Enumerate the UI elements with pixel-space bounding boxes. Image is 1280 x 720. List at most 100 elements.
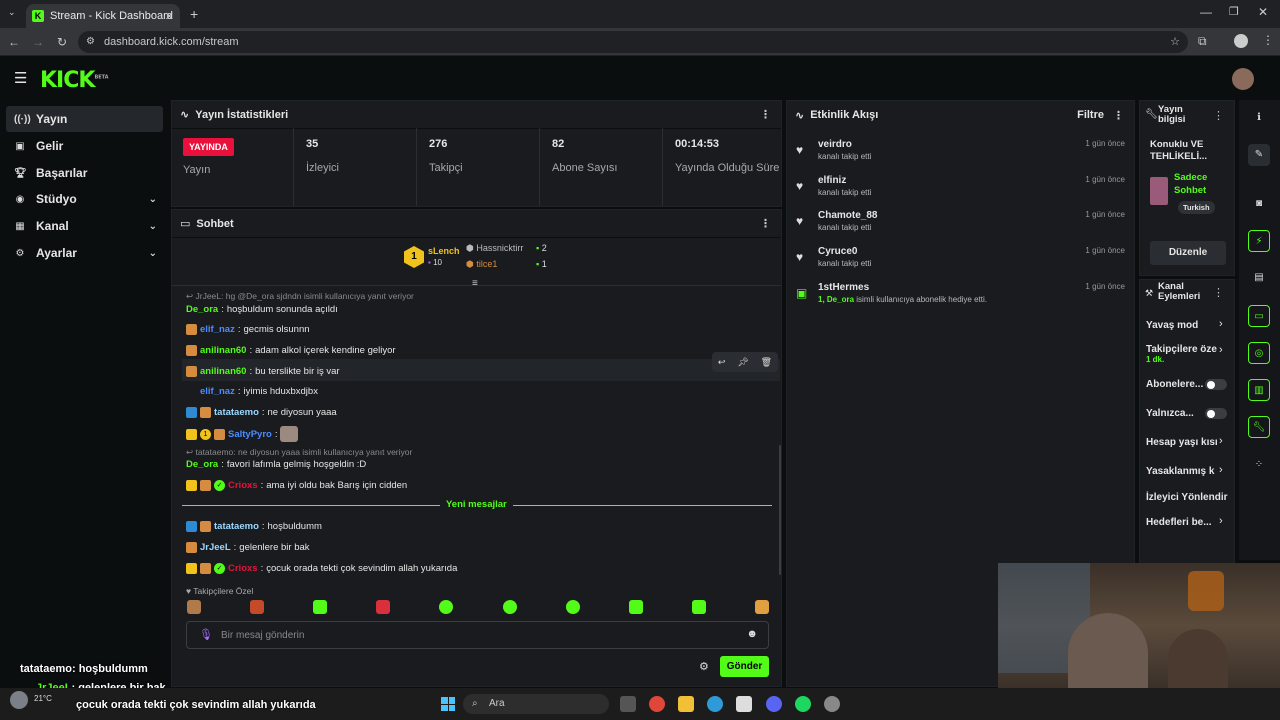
tab-list-icon[interactable]: ⌄ [8, 7, 16, 18]
account-age-action[interactable]: Hesap yaşı kısı [1146, 437, 1218, 448]
kick-logo[interactable]: KICKBETA [40, 68, 109, 93]
emote-button[interactable] [754, 600, 769, 614]
weather-icon[interactable] [10, 691, 28, 709]
sidebar-item-studyo[interactable]: ◉ Stüdyo ⌄ [6, 186, 163, 212]
profile-avatar-icon[interactable] [1234, 34, 1248, 48]
chat-message[interactable]: elif_naz: iyimis hduxbxdjbx [186, 386, 318, 397]
edge-icon[interactable] [707, 696, 723, 712]
user-avatar[interactable] [1232, 68, 1254, 90]
minimize-icon[interactable]: — [1200, 5, 1212, 19]
emote-button[interactable] [439, 600, 454, 614]
taskbar-search[interactable]: ⌕ Ara [463, 694, 609, 714]
sidebar-item-yayin[interactable]: ((·)) Yayın [6, 106, 163, 132]
chevron-right-icon[interactable]: › [1219, 515, 1223, 527]
extensions-icon[interactable]: ⧉ [1198, 34, 1207, 49]
camera-icon[interactable]: ◙ [1248, 193, 1270, 215]
forward-icon[interactable]: → [30, 34, 46, 50]
chat-message[interactable]: anilinan60: adam alkol içerek kendine ge… [186, 345, 396, 356]
broadcast-icon[interactable]: ◎ [1248, 342, 1270, 364]
leaderboard-second-user[interactable]: ⬢ Hassnicktirr [466, 243, 523, 254]
chevron-right-icon[interactable]: › [1219, 318, 1223, 330]
sidebar-item-ayarlar[interactable]: ⚙ Ayarlar ⌄ [6, 240, 163, 266]
chat-message[interactable]: 1 SaltyPyro: [186, 426, 299, 442]
microphone-icon[interactable]: 🎙︎ [199, 628, 213, 641]
more-options-icon[interactable]: ⋮ [1213, 286, 1224, 299]
chat-message[interactable]: elif_naz: gecmis olsunnn [186, 324, 310, 335]
spotify-icon[interactable] [795, 696, 811, 712]
chevron-right-icon[interactable]: › [1219, 464, 1223, 476]
subscribers-only-toggle[interactable] [1205, 379, 1227, 390]
reload-icon[interactable]: ↻ [54, 34, 70, 50]
sidebar-item-gelir[interactable]: ▣ Gelir [6, 133, 163, 159]
browser-menu-icon[interactable]: ⋮ [1262, 33, 1274, 47]
emote-button[interactable] [376, 600, 391, 614]
sidebar-item-basarilar[interactable]: 🏆︎ Başarılar [6, 160, 163, 186]
leaderboard-third-user[interactable]: ⬢ tilce1 [466, 259, 497, 270]
chat-message[interactable]: tatataemo: ne diyosun yaaa [186, 407, 337, 418]
chat-settings-gear-icon[interactable]: ⚙ [699, 660, 709, 673]
url-field[interactable]: ⚙ dashboard.kick.com/stream ☆ [78, 31, 1188, 53]
category-link[interactable]: Sadece Sohbet [1174, 171, 1230, 197]
emoji-picker-icon[interactable]: ☻ [746, 628, 758, 640]
send-button[interactable]: Gönder [720, 656, 769, 677]
collapse-leaderboard-icon[interactable]: ≡ [472, 278, 478, 289]
file-explorer-icon[interactable] [678, 696, 694, 712]
chrome-icon[interactable] [649, 696, 665, 712]
windows-start-icon[interactable] [441, 697, 455, 711]
followers-only-action[interactable]: Takipçilere öze [1146, 344, 1217, 355]
emote-button[interactable] [565, 600, 580, 614]
store-icon[interactable] [736, 696, 752, 712]
delete-icon[interactable]: 🗑︎ [761, 357, 772, 368]
banned-words-action[interactable]: Yasaklanmış k [1146, 466, 1214, 477]
slow-mode-action[interactable]: Yavaş mod [1146, 320, 1198, 331]
chat-message[interactable]: ✓ Crioxs: ama iyi oldu bak Barış için cid… [186, 480, 407, 491]
goals-action[interactable]: Hedefleri be... [1146, 517, 1212, 528]
chevron-right-icon[interactable]: › [1219, 344, 1223, 356]
chat-bubble-icon[interactable]: ▭ [1248, 305, 1270, 327]
new-tab-icon[interactable]: + [190, 6, 198, 22]
more-options-icon[interactable]: ⋮ [760, 217, 771, 230]
emote-button[interactable] [313, 600, 328, 614]
chevron-right-icon[interactable]: › [1219, 435, 1223, 447]
sidebar-item-kanal[interactable]: ▦ Kanal ⌄ [6, 213, 163, 239]
chat-message[interactable]: ✓ Crioxs: çocuk orada tekti çok sevindim … [186, 563, 457, 574]
reply-icon[interactable]: ↩ [718, 357, 726, 368]
info-icon[interactable]: ℹ [1248, 107, 1270, 129]
task-view-icon[interactable] [620, 696, 636, 712]
browser-tab[interactable]: K Stream - Kick Dashboard ✕ [26, 4, 180, 28]
emote-button[interactable] [691, 600, 706, 614]
edit-stream-info-button[interactable]: Düzenle [1150, 241, 1226, 265]
more-options-icon[interactable]: ⋮ [760, 108, 771, 121]
more-options-icon[interactable]: ⋮ [1213, 109, 1224, 122]
leaderboard-first-user[interactable]: sLench [428, 246, 460, 256]
wrench-icon[interactable]: 🔧︎ [1248, 416, 1270, 438]
chat-scrollbar[interactable] [779, 445, 781, 575]
emote-button[interactable] [187, 600, 201, 614]
lightning-icon[interactable]: ⚡︎ [1248, 230, 1270, 252]
host-viewers-action[interactable]: İzleyici Yönlendir [1146, 492, 1228, 503]
hamburger-menu-icon[interactable]: ☰ [14, 69, 27, 87]
chat-message[interactable]: anilinan60: bu terslikte bir iş var [186, 366, 340, 377]
chat-message[interactable]: De_ora: favori lafımla gelmiş hoşgeldin … [186, 459, 366, 470]
emote-button[interactable] [250, 600, 265, 614]
emote-button[interactable] [628, 600, 643, 614]
discord-icon[interactable] [766, 696, 782, 712]
pin-icon[interactable]: 📌︎ [737, 357, 748, 368]
site-info-icon[interactable]: ⚙ [86, 31, 95, 53]
chat-input[interactable]: 🎙︎ Bir mesaj gönderin ☻ [186, 621, 769, 649]
chat-message[interactable]: De_ora: hoşbuldum sonunda açıldı [186, 304, 338, 315]
filter-button[interactable]: Filtre [1077, 109, 1104, 121]
bookmark-star-icon[interactable]: ☆ [1170, 31, 1180, 53]
maximize-icon[interactable]: ❐ [1229, 5, 1239, 18]
settings-app-icon[interactable] [824, 696, 840, 712]
edit-pencil-icon[interactable]: ✎ [1248, 144, 1270, 166]
emotes-only-toggle[interactable] [1205, 408, 1227, 419]
back-icon[interactable]: ← [6, 34, 22, 50]
emote-button[interactable] [502, 600, 517, 614]
more-options-icon[interactable]: ⋮ [1113, 109, 1124, 122]
layout-icon[interactable]: ▥ [1248, 379, 1270, 401]
close-tab-icon[interactable]: ✕ [165, 10, 174, 23]
chat-message[interactable]: tatataemo: hoşbuldumm [186, 521, 322, 532]
document-icon[interactable]: ▤ [1248, 267, 1270, 289]
close-window-icon[interactable]: ✕ [1258, 5, 1268, 19]
